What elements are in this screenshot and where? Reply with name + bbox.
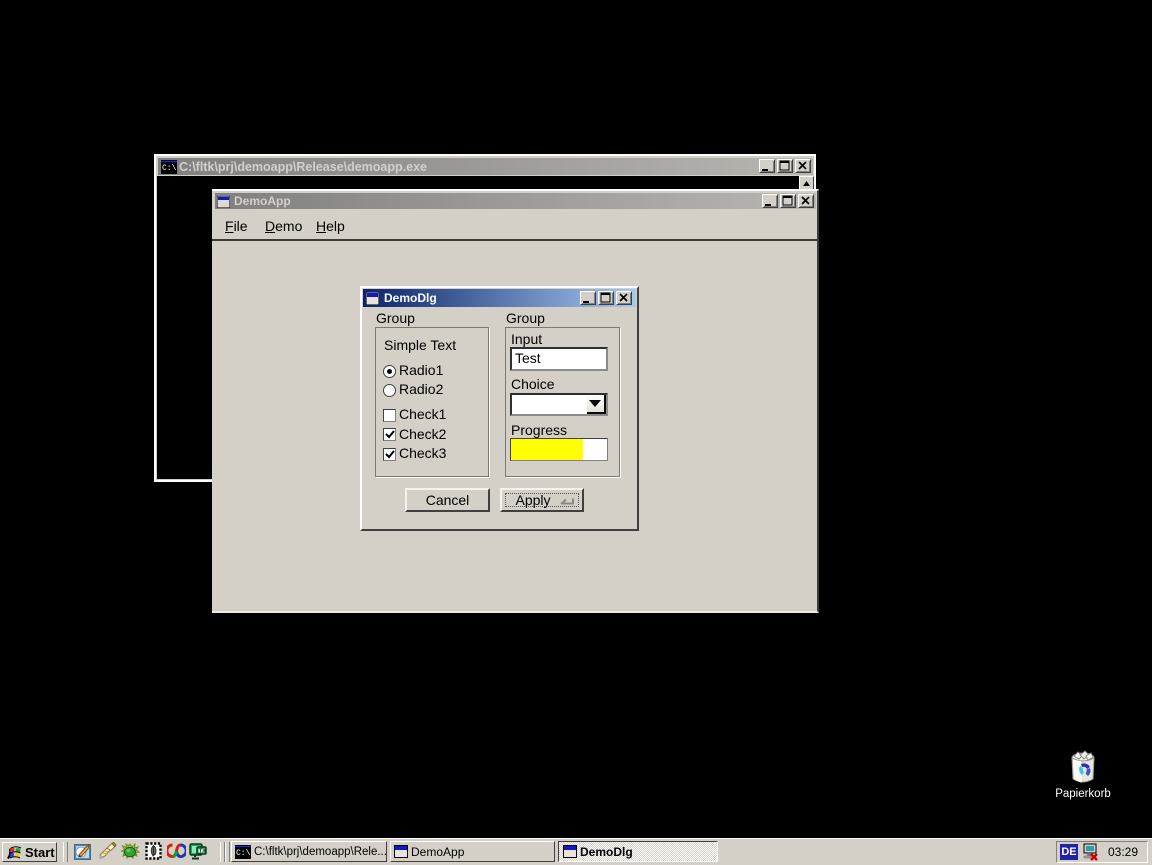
- svg-text:TX: TX: [199, 849, 206, 855]
- svg-text:C:\: C:\: [162, 164, 177, 173]
- svg-text:C:\: C:\: [236, 849, 251, 858]
